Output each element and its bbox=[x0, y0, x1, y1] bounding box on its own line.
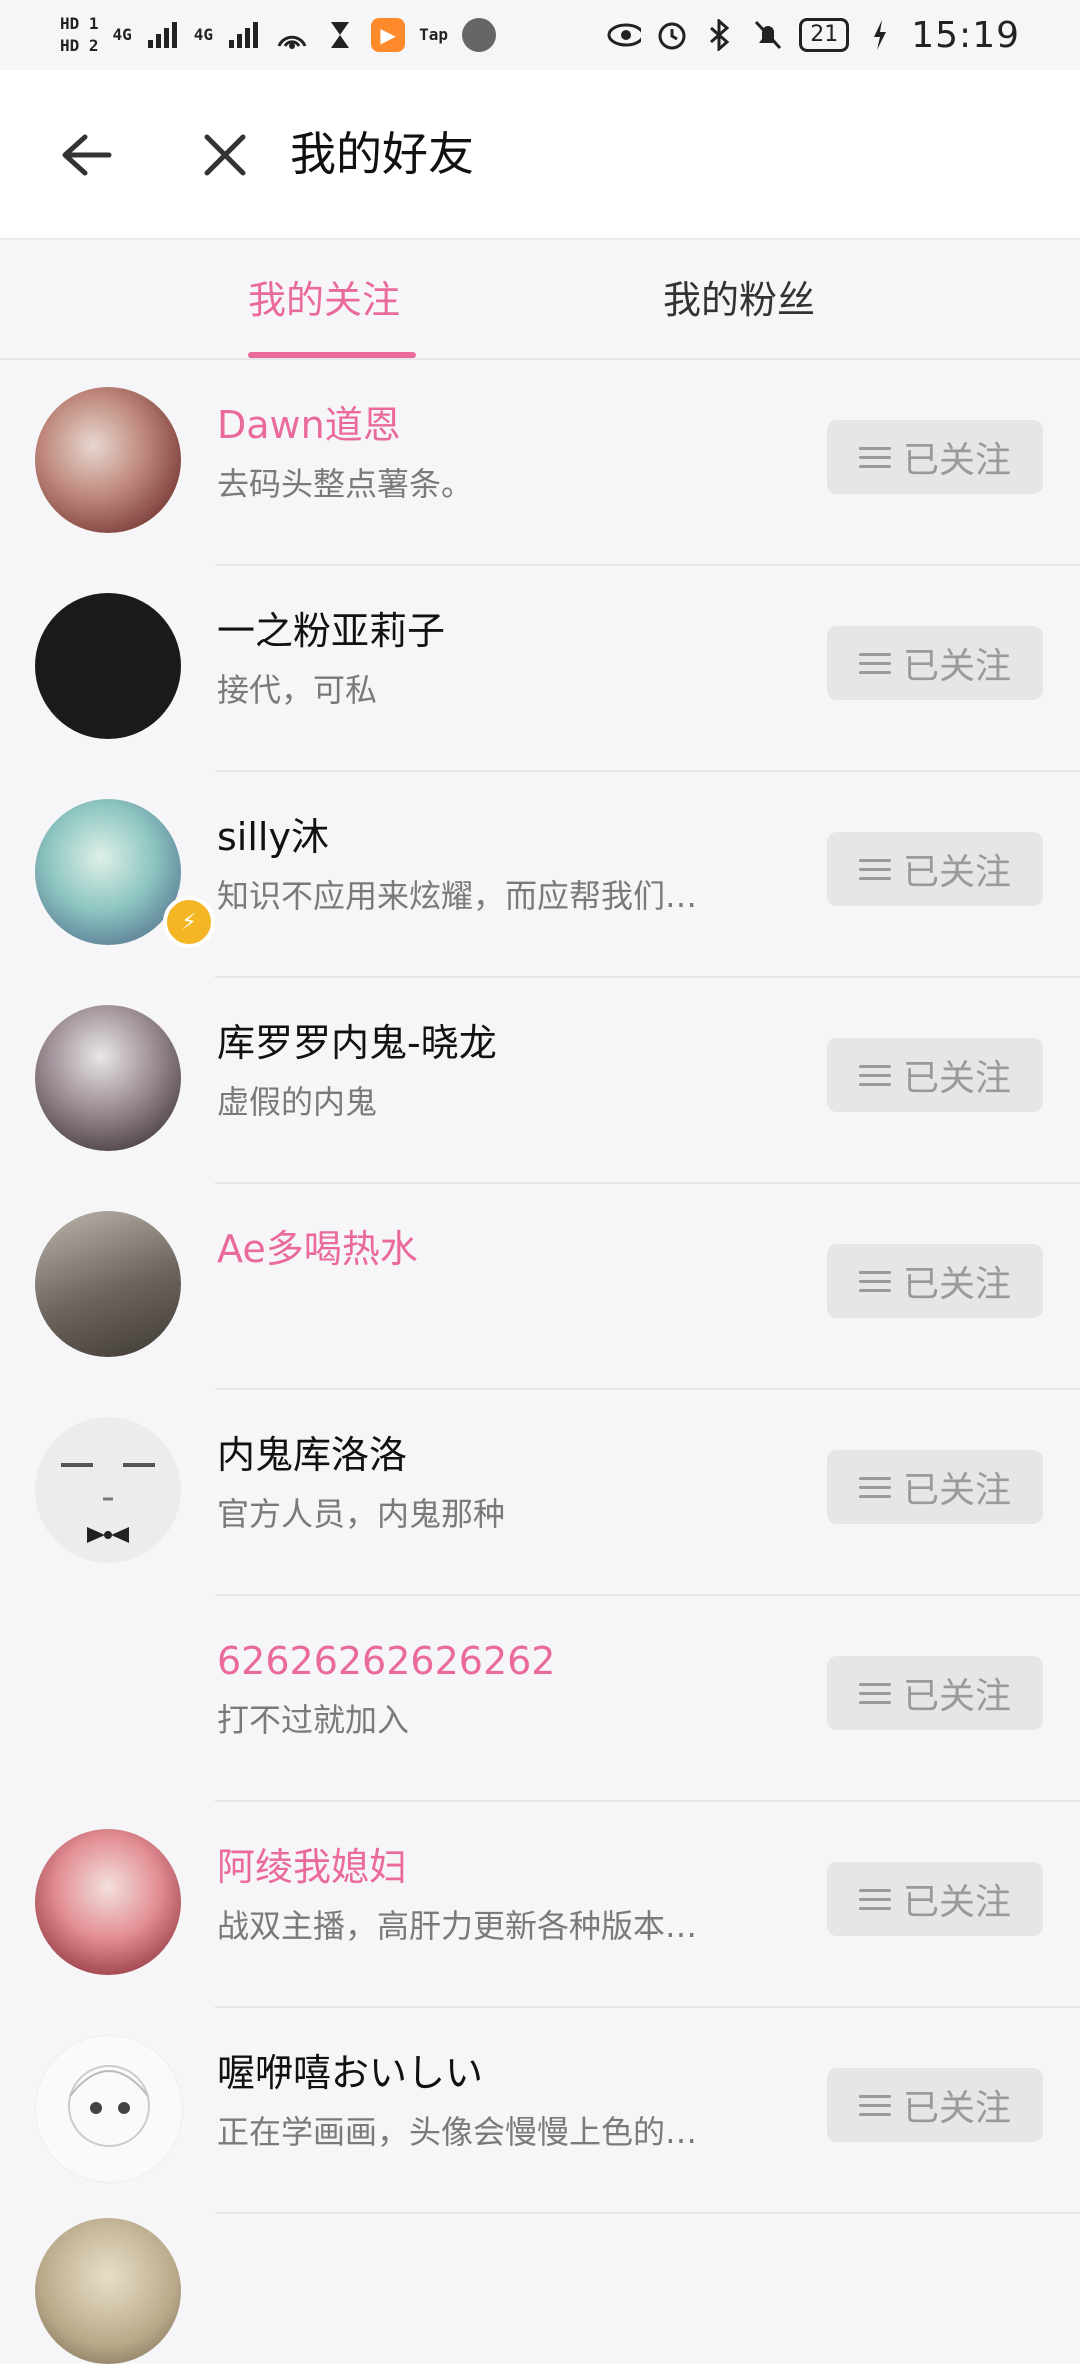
following-button[interactable]: 已关注 bbox=[827, 420, 1043, 494]
hourglass-icon bbox=[323, 18, 357, 52]
avatar[interactable] bbox=[35, 2035, 183, 2183]
menu-icon bbox=[858, 1270, 891, 1292]
close-button[interactable] bbox=[180, 110, 270, 200]
following-label: 已关注 bbox=[902, 1470, 1011, 1511]
face-avatar-icon bbox=[61, 1463, 155, 1543]
battery-indicator: 21 bbox=[799, 18, 850, 52]
friend-row[interactable]: Ae多喝热水 已关注 bbox=[35, 1184, 1080, 1390]
following-button[interactable]: 已关注 bbox=[827, 1038, 1043, 1112]
following-label: 已关注 bbox=[902, 440, 1011, 481]
friend-name: 一之粉亚莉子 bbox=[217, 609, 446, 653]
avatar[interactable] bbox=[35, 387, 181, 533]
status-bar: HD 1 HD 2 4G 4G ▶ Tap 21 15:19 bbox=[0, 0, 1080, 70]
friend-name: 阿绫我媳妇 bbox=[217, 1845, 408, 1889]
tab-bar: 我的关注 我的粉丝 bbox=[0, 240, 1080, 360]
hotspot-icon bbox=[275, 18, 309, 52]
following-button[interactable]: 已关注 bbox=[827, 626, 1043, 700]
avatar[interactable] bbox=[35, 799, 181, 945]
following-label: 已关注 bbox=[902, 1676, 1011, 1717]
friend-name: silly沐 bbox=[217, 815, 329, 859]
app-round-icon bbox=[461, 18, 496, 52]
friend-bio: 战双主播，高肝力更新各种版本… bbox=[217, 1907, 698, 1945]
friend-bio: 接代，可私 bbox=[217, 671, 378, 709]
close-icon bbox=[204, 134, 246, 176]
menu-icon bbox=[858, 1888, 891, 1910]
following-label: 已关注 bbox=[902, 646, 1011, 687]
charging-icon bbox=[863, 18, 897, 52]
back-button[interactable] bbox=[40, 110, 130, 200]
menu-icon bbox=[858, 1064, 891, 1086]
friend-bio: 打不过就加入 bbox=[217, 1701, 410, 1739]
friend-name: Ae多喝热水 bbox=[217, 1227, 418, 1271]
friend-bio: 去码头整点薯条。 bbox=[217, 465, 474, 503]
menu-icon bbox=[858, 446, 891, 468]
tab-fans[interactable]: 我的粉丝 bbox=[663, 274, 815, 326]
sim2-chip: HD 2 bbox=[60, 36, 99, 55]
signal-icon-2 bbox=[227, 18, 261, 52]
menu-icon bbox=[858, 1476, 891, 1498]
following-label: 已关注 bbox=[902, 1264, 1011, 1305]
friend-row[interactable]: 喔咿嘻おいしい 正在学画画，头像会慢慢上色的… 已关注 bbox=[35, 2008, 1080, 2214]
friend-bio: 虚假的内鬼 bbox=[217, 1083, 378, 1121]
tab-following[interactable]: 我的关注 bbox=[248, 274, 400, 326]
friend-name: 内鬼库洛洛 bbox=[217, 1433, 408, 1477]
following-label: 已关注 bbox=[902, 852, 1011, 893]
following-button[interactable]: 已关注 bbox=[827, 1862, 1043, 1936]
app-notification-icon: ▶ bbox=[371, 18, 406, 52]
network-4g-1: 4G bbox=[112, 25, 132, 44]
friend-bio: 知识不应用来炫耀，而应帮我们… bbox=[217, 877, 698, 915]
avatar[interactable] bbox=[35, 593, 181, 739]
alarm-icon bbox=[655, 18, 689, 52]
following-button[interactable]: 已关注 bbox=[827, 1656, 1043, 1730]
top-bar: 我的好友 bbox=[0, 70, 1080, 238]
following-button[interactable]: 已关注 bbox=[827, 1450, 1043, 1524]
bluetooth-icon bbox=[703, 18, 737, 52]
sim-indicators: HD 1 HD 2 bbox=[60, 16, 99, 54]
friend-name: 库罗罗内鬼-晓龙 bbox=[217, 1021, 497, 1065]
active-tab-indicator bbox=[248, 352, 416, 358]
menu-icon bbox=[858, 652, 891, 674]
sketch-avatar-icon bbox=[68, 2065, 150, 2147]
friend-bio: 正在学画画，头像会慢慢上色的… bbox=[217, 2113, 698, 2151]
friend-row[interactable]: 内鬼库洛洛 官方人员，内鬼那种 已关注 bbox=[35, 1390, 1080, 1596]
avatar[interactable] bbox=[35, 1417, 181, 1563]
status-bar-left: HD 1 HD 2 4G 4G ▶ Tap bbox=[60, 16, 496, 54]
friend-list: Dawn道恩 去码头整点薯条。 已关注 一之粉亚莉子 接代，可私 已关注 ⚡ s… bbox=[0, 360, 1080, 2214]
menu-icon bbox=[858, 858, 891, 880]
friend-row[interactable]: 一之粉亚莉子 接代，可私 已关注 bbox=[35, 566, 1080, 772]
following-button[interactable]: 已关注 bbox=[827, 2068, 1043, 2142]
friend-bio: 官方人员，内鬼那种 bbox=[217, 1495, 506, 1533]
page-title: 我的好友 bbox=[290, 127, 474, 181]
friend-row[interactable]: Dawn道恩 去码头整点薯条。 已关注 bbox=[35, 360, 1080, 566]
clock: 15:19 bbox=[911, 14, 1020, 56]
friend-row[interactable]: 阿绫我媳妇 战双主播，高肝力更新各种版本… 已关注 bbox=[35, 1802, 1080, 2008]
friend-row[interactable]: 62626262626262 打不过就加入 已关注 bbox=[215, 1596, 1080, 1802]
signal-icon bbox=[146, 18, 180, 52]
menu-icon bbox=[858, 1682, 891, 1704]
avatar[interactable] bbox=[35, 1829, 181, 1975]
friend-name: Dawn道恩 bbox=[217, 403, 401, 447]
back-arrow-icon bbox=[62, 134, 112, 176]
eye-icon bbox=[607, 18, 642, 52]
sim1-chip: HD 1 bbox=[60, 14, 99, 33]
friend-name: 62626262626262 bbox=[217, 1639, 556, 1683]
friend-row[interactable]: ⚡ silly沐 知识不应用来炫耀，而应帮我们… 已关注 bbox=[35, 772, 1080, 978]
avatar-partial[interactable] bbox=[35, 2218, 181, 2364]
following-button[interactable]: 已关注 bbox=[827, 1244, 1043, 1318]
network-4g-2: 4G bbox=[193, 25, 214, 44]
menu-icon bbox=[858, 2094, 891, 2116]
friend-name: 喔咿嘻おいしい bbox=[217, 2051, 484, 2095]
following-label: 已关注 bbox=[902, 2088, 1011, 2129]
avatar[interactable] bbox=[35, 1005, 181, 1151]
following-button[interactable]: 已关注 bbox=[827, 832, 1043, 906]
mute-bell-icon bbox=[751, 18, 785, 52]
lightning-badge-icon: ⚡ bbox=[163, 896, 215, 948]
following-label: 已关注 bbox=[902, 1882, 1011, 1923]
avatar[interactable] bbox=[35, 1211, 181, 1357]
friend-row[interactable]: 库罗罗内鬼-晓龙 虚假的内鬼 已关注 bbox=[35, 978, 1080, 1184]
status-bar-right: 21 15:19 bbox=[607, 15, 1020, 56]
following-label: 已关注 bbox=[902, 1058, 1011, 1099]
tap-app-icon: Tap bbox=[419, 25, 448, 44]
